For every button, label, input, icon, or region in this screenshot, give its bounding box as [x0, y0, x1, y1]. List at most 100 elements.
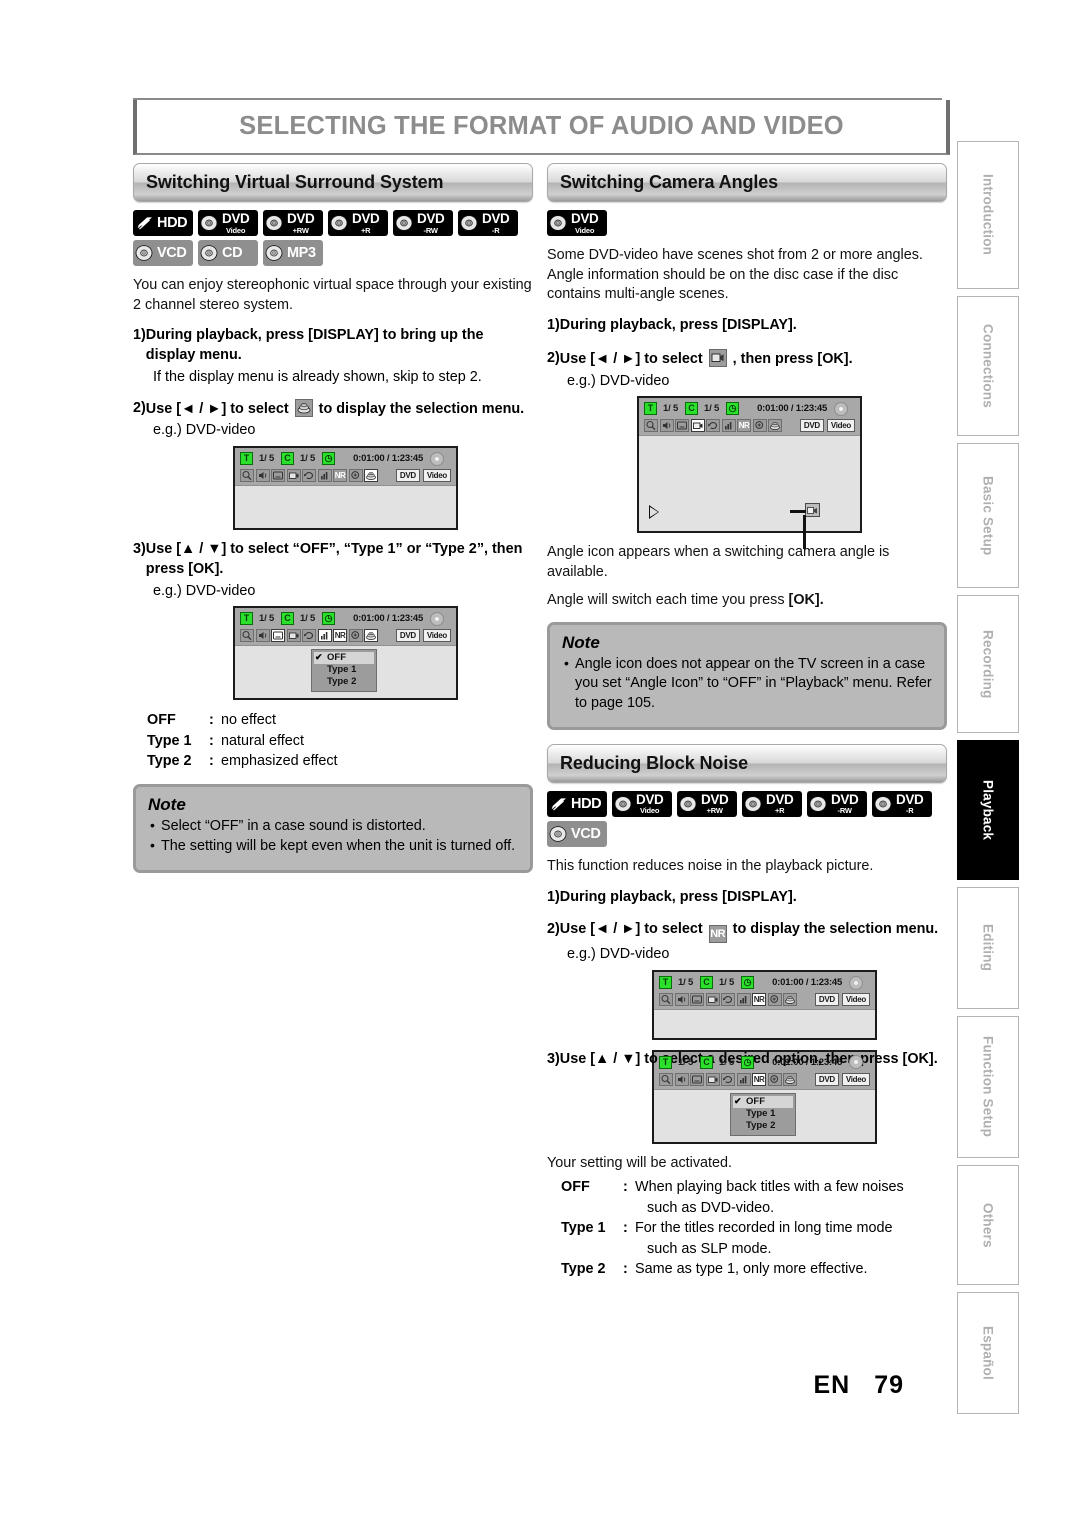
- noise-reduction-icon[interactable]: NR: [737, 419, 751, 433]
- noise-reduction-icon[interactable]: NR: [752, 1072, 766, 1086]
- marker-icon[interactable]: [721, 419, 736, 433]
- media-badges-block-noise-row2: VCD: [547, 820, 947, 847]
- dropdown-item-off[interactable]: OFF: [314, 651, 374, 665]
- sidebar-tab-connections[interactable]: Connections: [957, 296, 1019, 436]
- audio-icon[interactable]: [674, 993, 689, 1007]
- step-number: 2): [547, 349, 560, 366]
- virtual-surround-icon[interactable]: [783, 1072, 797, 1086]
- osd-clock-indicator: ◷: [741, 1055, 755, 1069]
- step-text-part-a: Use [◄ / ►] to select: [145, 400, 289, 417]
- search-icon[interactable]: [659, 1072, 673, 1086]
- audio-icon[interactable]: [674, 1072, 689, 1086]
- disc-icon: [135, 244, 155, 262]
- surround-step-3-eg: e.g.) DVD-video: [153, 582, 256, 599]
- repeat-icon[interactable]: [302, 469, 316, 483]
- angle-icon[interactable]: [286, 629, 301, 643]
- noise-reduction-icon[interactable]: NR: [333, 629, 347, 643]
- osd-tag-mode: Video: [422, 469, 451, 483]
- subtitle-icon[interactable]: [271, 629, 285, 643]
- osd-video-area: OFF Type 1 Type 2: [654, 1090, 875, 1142]
- definition-separator: :: [623, 1179, 628, 1196]
- osd-chapter-value: 1/ 5: [300, 453, 316, 465]
- subtitle-icon[interactable]: [690, 993, 704, 1007]
- dropdown-item-type1[interactable]: Type 1: [314, 664, 374, 676]
- media-badge-dvd-video: DVD Video: [547, 210, 607, 236]
- osd-tag-media: DVD: [799, 419, 824, 433]
- sidebar-tab-playback[interactable]: Playback: [957, 740, 1019, 880]
- step-number: 2): [547, 921, 560, 938]
- noise-reduction-icon[interactable]: NR: [752, 993, 766, 1007]
- repeat-icon[interactable]: [721, 993, 735, 1007]
- definition-desc: For the titles recorded in long time mod…: [635, 1220, 893, 1237]
- dropdown-item-type2[interactable]: Type 2: [314, 676, 374, 688]
- repeat-icon[interactable]: [706, 419, 720, 433]
- media-badge-sublabel: -RW: [837, 806, 852, 816]
- dropdown-item-type1[interactable]: Type 1: [733, 1108, 793, 1120]
- media-badge-sublabel: Video: [575, 225, 595, 235]
- angle-icon[interactable]: [690, 419, 705, 433]
- definition-term: Type 2: [147, 753, 192, 770]
- marker-icon[interactable]: [317, 469, 332, 483]
- audio-icon[interactable]: [255, 469, 270, 483]
- camera-angles-step-2-eg: e.g.) DVD-video: [567, 372, 670, 389]
- media-badges-block-noise: HDD DVD Video DVD +RW DVD +R DVD -RW DVD…: [547, 790, 947, 817]
- dropdown-item-off[interactable]: OFF: [733, 1095, 793, 1108]
- virtual-surround-icon[interactable]: [364, 469, 378, 483]
- media-badge-label: DVD: [766, 791, 794, 807]
- search-icon[interactable]: [644, 419, 658, 433]
- zoom-icon[interactable]: [348, 469, 363, 483]
- media-badge-vcd: VCD: [547, 820, 607, 847]
- virtual-surround-icon[interactable]: [783, 993, 797, 1007]
- audio-icon[interactable]: [255, 629, 270, 643]
- repeat-icon[interactable]: [721, 1072, 735, 1086]
- sidebar-tab-editing[interactable]: Editing: [957, 887, 1019, 1009]
- marker-icon[interactable]: [317, 629, 332, 643]
- definition-term: Type 1: [561, 1220, 606, 1237]
- surround-option-dropdown[interactable]: OFF Type 1 Type 2: [311, 649, 377, 693]
- zoom-icon[interactable]: [348, 629, 363, 643]
- zoom-icon[interactable]: [752, 419, 767, 433]
- angle-icon-chip: [708, 348, 727, 367]
- media-badge-label: CD: [222, 244, 243, 261]
- sidebar-tab-function-setup[interactable]: Function Setup: [957, 1016, 1019, 1158]
- virtual-surround-icon[interactable]: [364, 629, 378, 643]
- hdd-icon: [135, 214, 155, 232]
- angle-icon[interactable]: [705, 993, 720, 1007]
- block-noise-option-dropdown[interactable]: OFF Type 1 Type 2: [730, 1092, 796, 1136]
- angle-icon[interactable]: [286, 469, 301, 483]
- subtitle-icon[interactable]: [690, 1072, 704, 1086]
- subtitle-icon[interactable]: [271, 469, 285, 483]
- section-header-block-noise: Reducing Block Noise: [547, 743, 947, 783]
- audio-icon[interactable]: [659, 419, 674, 433]
- media-badge-label: VCD: [571, 825, 601, 842]
- search-icon[interactable]: [240, 629, 254, 643]
- osd-title-value: 1/ 5: [259, 613, 275, 625]
- subtitle-icon[interactable]: [675, 419, 689, 433]
- callout-leader-vertical: [803, 515, 806, 550]
- search-icon[interactable]: [659, 993, 673, 1007]
- osd-tag-media: DVD: [814, 993, 839, 1007]
- virtual-surround-icon[interactable]: [768, 419, 782, 433]
- angle-icon[interactable]: [705, 1072, 720, 1086]
- definition-row: Type 1 : For the titles recorded in long…: [561, 1218, 947, 1238]
- sidebar-tab-basic-setup[interactable]: Basic Setup: [957, 443, 1019, 588]
- sidebar-tab-introduction[interactable]: Introduction: [957, 141, 1019, 289]
- zoom-icon[interactable]: [767, 993, 782, 1007]
- sidebar-tab-recording[interactable]: Recording: [957, 595, 1019, 733]
- media-badge-sublabel: +R: [360, 225, 371, 235]
- osd-clock-indicator: ◷: [322, 612, 336, 626]
- surround-step-2-eg: e.g.) DVD-video: [153, 422, 256, 439]
- dropdown-item-type2[interactable]: Type 2: [733, 1120, 793, 1132]
- noise-reduction-icon[interactable]: NR: [333, 469, 347, 483]
- sidebar-tab-others[interactable]: Others: [957, 1165, 1019, 1285]
- marker-icon[interactable]: [736, 993, 751, 1007]
- zoom-icon[interactable]: [767, 1072, 782, 1086]
- marker-icon[interactable]: [736, 1072, 751, 1086]
- step-text: Use [◄ / ►] to select to display the sel…: [145, 398, 533, 420]
- osd-chapter-value: 1/ 5: [719, 977, 735, 989]
- osd-title-value: 1/ 5: [663, 403, 679, 415]
- surround-step-3: 3) Use [▲ / ▼] to select “OFF”, “Type 1”…: [133, 540, 533, 579]
- media-badge-dvd-video: DVD Video: [612, 790, 672, 817]
- search-icon[interactable]: [240, 469, 254, 483]
- repeat-icon[interactable]: [302, 629, 316, 643]
